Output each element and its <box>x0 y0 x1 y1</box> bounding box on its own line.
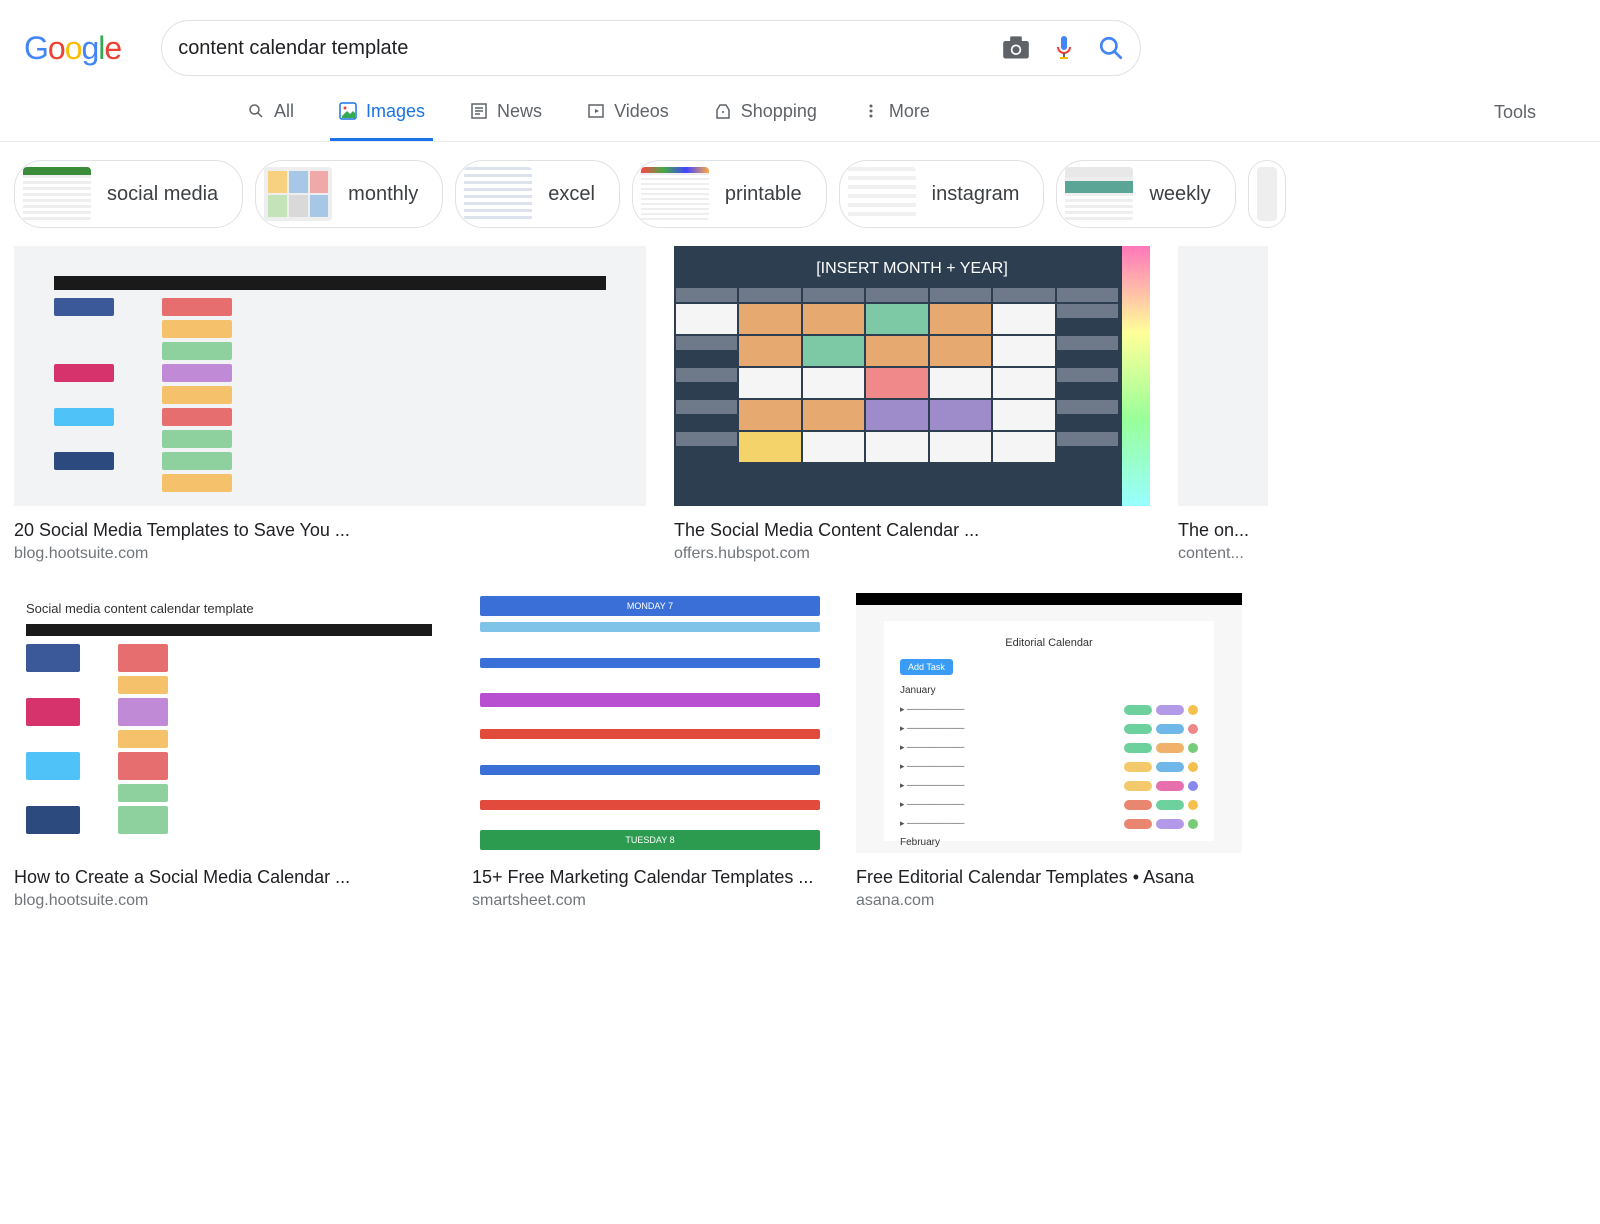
chip-label: social media <box>107 183 218 206</box>
search-tabs-row: All Images News Videos Shopping More Too… <box>0 84 1600 142</box>
mic-icon[interactable] <box>1054 34 1074 62</box>
result-thumbnail: Social media content calendar template <box>14 593 444 853</box>
search-actions <box>1002 34 1124 62</box>
chip-thumb <box>848 167 916 221</box>
chip-thumb <box>23 167 91 221</box>
more-dots-icon <box>861 101 881 121</box>
shopping-icon <box>713 101 733 121</box>
search-tabs: All Images News Videos Shopping More <box>238 85 1494 141</box>
tab-label: More <box>889 101 930 122</box>
chip-monthly[interactable]: monthly <box>255 160 443 228</box>
result-thumbnail: [INSERT MONTH + YEAR] <box>674 246 1150 506</box>
result-thumbnail <box>14 246 646 506</box>
thumb-text: Editorial Calendar <box>900 637 1198 649</box>
chip-instagram[interactable]: instagram <box>839 160 1045 228</box>
news-icon <box>469 101 489 121</box>
result-title: The Social Media Content Calendar ... <box>674 520 1150 541</box>
tools-link[interactable]: Tools <box>1494 102 1536 123</box>
thumb-text: February <box>900 837 1198 848</box>
thumb-text: Social media content calendar template <box>14 593 444 624</box>
thumb-text: January <box>900 685 1198 696</box>
tab-label: News <box>497 101 542 122</box>
chip-thumb <box>641 167 709 221</box>
tab-shopping[interactable]: Shopping <box>705 85 825 141</box>
image-results: 20 Social Media Templates to Save You ..… <box>0 246 1600 910</box>
image-result[interactable]: Editorial Calendar Add Task January ▸ ──… <box>856 593 1242 910</box>
result-thumbnail: Editorial Calendar Add Task January ▸ ──… <box>856 593 1242 853</box>
chip-thumb <box>264 167 332 221</box>
tab-videos[interactable]: Videos <box>578 85 677 141</box>
chip-label: instagram <box>932 183 1020 206</box>
result-title: 20 Social Media Templates to Save You ..… <box>14 520 646 541</box>
result-thumbnail <box>1178 246 1268 506</box>
result-source: content... <box>1178 545 1268 563</box>
chip-label: excel <box>548 183 595 206</box>
tab-label: Videos <box>614 101 669 122</box>
thumb-text: [INSERT MONTH + YEAR] <box>674 252 1150 286</box>
results-row: 20 Social Media Templates to Save You ..… <box>14 246 1586 563</box>
filter-chips: social media monthly excel printable ins… <box>0 142 1600 246</box>
search-icon[interactable] <box>1098 35 1124 61</box>
tab-more[interactable]: More <box>853 85 938 141</box>
result-source: smartsheet.com <box>472 892 828 910</box>
chip-thumb <box>1257 167 1277 221</box>
google-logo[interactable]: Google <box>24 30 121 67</box>
chip-label: monthly <box>348 183 418 206</box>
results-row: Social media content calendar template H… <box>14 593 1586 910</box>
result-title: The on... <box>1178 520 1268 541</box>
chip-social-media[interactable]: social media <box>14 160 243 228</box>
result-title: 15+ Free Marketing Calendar Templates ..… <box>472 867 828 888</box>
result-source: asana.com <box>856 892 1242 910</box>
result-title: How to Create a Social Media Calendar ..… <box>14 867 444 888</box>
videos-icon <box>586 101 606 121</box>
tab-news[interactable]: News <box>461 85 550 141</box>
header: Google <box>0 0 1600 84</box>
tab-label: Images <box>366 101 425 122</box>
image-result[interactable]: The on... content... <box>1178 246 1268 563</box>
image-result[interactable]: [INSERT MONTH + YEAR] The Social Media C… <box>674 246 1150 563</box>
images-icon <box>338 101 358 121</box>
chip-label: weekly <box>1149 183 1210 206</box>
camera-icon[interactable] <box>1002 36 1030 60</box>
tab-all[interactable]: All <box>238 85 302 141</box>
tab-label: Shopping <box>741 101 817 122</box>
search-input[interactable] <box>178 37 986 60</box>
thumb-text: TUESDAY 8 <box>480 830 820 850</box>
result-source: blog.hootsuite.com <box>14 892 444 910</box>
search-small-icon <box>246 101 266 121</box>
chip-thumb <box>1065 167 1133 221</box>
tab-images[interactable]: Images <box>330 85 433 141</box>
chip-weekly[interactable]: weekly <box>1056 160 1235 228</box>
thumb-text: MONDAY 7 <box>480 596 820 616</box>
result-source: blog.hootsuite.com <box>14 545 646 563</box>
search-bar[interactable] <box>161 20 1141 76</box>
thumb-text: Add Task <box>900 659 953 675</box>
chip-printable[interactable]: printable <box>632 160 827 228</box>
result-title: Free Editorial Calendar Templates • Asan… <box>856 867 1242 888</box>
result-thumbnail: MONDAY 7 TUESDAY 8 <box>472 593 828 853</box>
chip-excel[interactable]: excel <box>455 160 620 228</box>
tab-label: All <box>274 101 294 122</box>
image-result[interactable]: Social media content calendar template H… <box>14 593 444 910</box>
chip-thumb <box>464 167 532 221</box>
result-source: offers.hubspot.com <box>674 545 1150 563</box>
chip-more[interactable] <box>1248 160 1286 228</box>
chip-label: printable <box>725 183 802 206</box>
image-result[interactable]: MONDAY 7 TUESDAY 8 15+ Free Marketin <box>472 593 828 910</box>
image-result[interactable]: 20 Social Media Templates to Save You ..… <box>14 246 646 563</box>
